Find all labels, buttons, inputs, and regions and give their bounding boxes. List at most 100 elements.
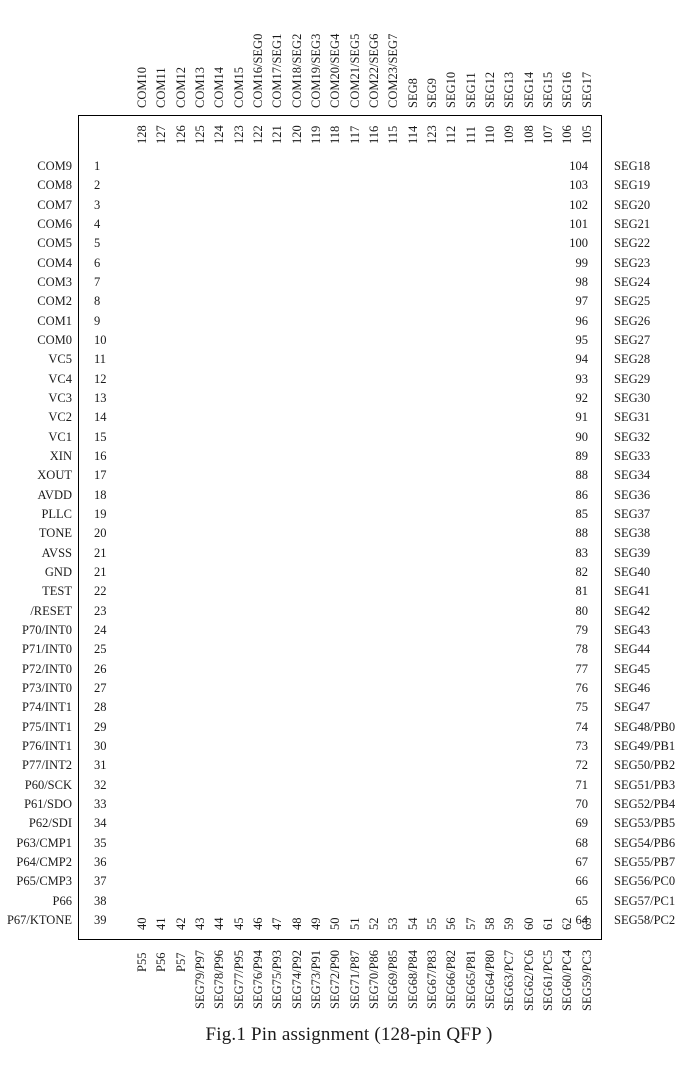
pin-number-right: 73 <box>575 738 589 753</box>
pin-number-left: 37 <box>94 874 107 889</box>
pin-label-top: COM18/SEG2 <box>289 33 304 108</box>
pin-label-top: SEG8 <box>405 78 420 108</box>
pin-number-left: 3 <box>94 197 101 212</box>
pin-number-bottom: 52 <box>366 917 381 931</box>
pin-label-bottom: SEG60/PC4 <box>560 950 575 1012</box>
pin-number-right: 85 <box>575 506 589 521</box>
pin-number-top: 125 <box>192 125 207 144</box>
pin-number-top: 106 <box>560 125 575 144</box>
pin-label-bottom: P56 <box>154 952 169 972</box>
pin-label-left: P67/KTONE <box>6 912 72 927</box>
pin-label-left: PLLC <box>41 506 72 521</box>
pin-number-bottom: 43 <box>192 917 207 931</box>
pin-label-right: SEG25 <box>614 294 651 309</box>
pin-number-left: 21 <box>94 564 107 579</box>
pin-number-right: 100 <box>569 236 588 251</box>
pin-label-top: COM13 <box>192 67 207 108</box>
pin-label-top: SEG17 <box>579 71 594 108</box>
pin-number-right: 77 <box>575 661 589 676</box>
pin-number-top: 120 <box>289 125 304 144</box>
pin-label-right: SEG58/PC2 <box>614 912 676 927</box>
pin-label-right: SEG41 <box>614 584 651 599</box>
pin-number-bottom: 58 <box>482 917 497 931</box>
pin-label-left: GND <box>44 564 72 579</box>
pin-number-left: 25 <box>94 642 107 657</box>
pin-label-bottom: SEG65/P81 <box>463 950 478 1010</box>
pin-number-left: 16 <box>94 448 107 463</box>
pin-number-bottom: 50 <box>328 917 343 931</box>
pin-number-left: 10 <box>94 332 107 347</box>
pin-label-bottom: SEG68/P84 <box>405 950 420 1010</box>
pin-label-bottom: SEG72/P90 <box>328 950 343 1010</box>
pin-label-right: SEG37 <box>614 506 651 521</box>
pin-number-right: 101 <box>569 216 588 231</box>
pin-number-left: 34 <box>94 816 107 831</box>
pin-label-left: VC2 <box>48 410 72 425</box>
pin-assignment-figure: COM9 1 COM8 2 COM7 3 COM6 4 COM5 5 COM4 6 COM3 7 COM2 8… <box>0 0 698 1066</box>
pin-number-top: 126 <box>173 125 188 144</box>
pin-number-left: 4 <box>94 216 101 231</box>
pin-label-right: SEG18 <box>614 159 651 173</box>
pin-label-left: P66 <box>52 893 72 908</box>
pin-label-top: SEG9 <box>424 78 439 108</box>
pin-number-bottom: 60 <box>521 917 536 931</box>
pin-number-left: 11 <box>94 352 107 367</box>
pin-number-right: 95 <box>575 332 589 347</box>
pin-label-top: COM12 <box>173 67 188 108</box>
pin-label-left: COM3 <box>37 274 72 289</box>
pin-label-left: P71/INT0 <box>22 642 72 657</box>
pin-number-top: 116 <box>366 125 381 144</box>
pin-number-left: 7 <box>94 274 101 289</box>
pin-label-bottom: SEG61/PC5 <box>540 950 555 1012</box>
pin-number-left: 9 <box>94 313 101 328</box>
chip-body-outline <box>78 115 602 940</box>
pin-label-left: COM9 <box>37 159 72 173</box>
pin-number-top: 110 <box>482 125 497 144</box>
pin-label-right: SEG45 <box>614 661 651 676</box>
pin-label-right: SEG22 <box>614 236 651 251</box>
pin-label-left: P65/CMP3 <box>16 874 72 889</box>
pin-number-top: 123 <box>424 125 439 144</box>
pin-number-left: 33 <box>94 796 107 811</box>
pin-label-left: P64/CMP2 <box>16 854 72 869</box>
pin-number-bottom: 63 <box>579 917 594 931</box>
pin-number-right: 68 <box>575 835 589 850</box>
pin-label-right: SEG30 <box>614 390 651 405</box>
pin-label-right: SEG28 <box>614 352 651 367</box>
pin-number-right: 94 <box>575 352 589 367</box>
pin-number-top: 109 <box>502 125 517 144</box>
pin-label-bottom: SEG76/P94 <box>250 950 265 1010</box>
pin-number-bottom: 53 <box>386 917 401 931</box>
pin-number-right: 98 <box>575 274 589 289</box>
pin-number-top: 105 <box>579 125 594 144</box>
pin-label-right: SEG32 <box>614 429 651 444</box>
pin-label-bottom: SEG64/P80 <box>482 950 497 1010</box>
pin-label-right: SEG26 <box>614 313 651 328</box>
pin-number-right: 102 <box>569 197 588 212</box>
pin-number-right: 89 <box>575 448 589 463</box>
pin-number-left: 12 <box>94 371 107 386</box>
pin-label-left: P62/SDI <box>28 816 72 831</box>
pin-label-left: P63/CMP1 <box>16 835 72 850</box>
pin-label-top: COM23/SEG7 <box>386 33 401 108</box>
pin-label-right: SEG53/PB5 <box>614 816 676 831</box>
pin-label-right: SEG47 <box>614 700 651 715</box>
pin-number-right: 83 <box>575 545 589 560</box>
pin-label-right: SEG46 <box>614 680 651 695</box>
pin-number-right: 88 <box>575 468 589 483</box>
pin-number-right: 70 <box>575 796 589 811</box>
pin-label-left: P72/INT0 <box>22 661 72 676</box>
pin-label-right: SEG24 <box>614 274 651 289</box>
pin-label-left: COM0 <box>37 332 72 347</box>
pin-number-left: 28 <box>94 700 107 715</box>
pin-number-left: 29 <box>94 719 107 734</box>
pin-number-bottom: 41 <box>154 917 169 931</box>
pin-number-left: 6 <box>94 255 101 270</box>
pin-number-right: 72 <box>575 758 589 773</box>
pin-number-left: 27 <box>94 680 107 695</box>
pin-label-right: SEG55/PB7 <box>614 854 676 869</box>
pin-number-bottom: 54 <box>405 917 420 931</box>
pin-label-left: AVDD <box>37 487 73 502</box>
pin-number-top: 122 <box>250 125 265 144</box>
pin-label-right: SEG42 <box>614 603 651 618</box>
